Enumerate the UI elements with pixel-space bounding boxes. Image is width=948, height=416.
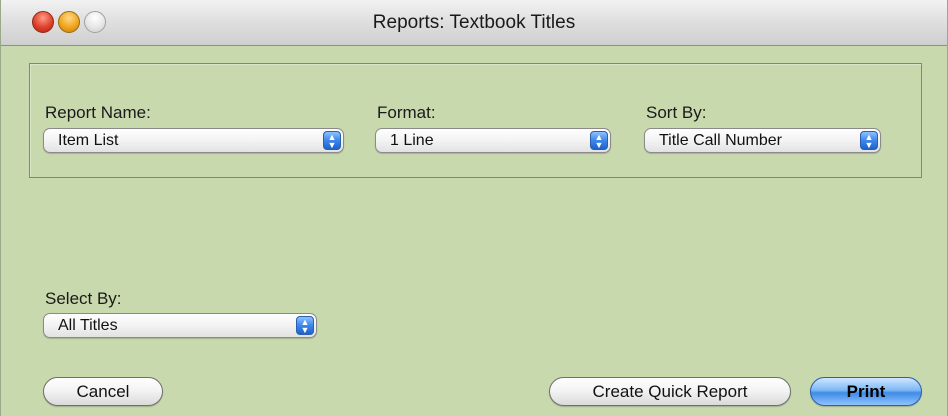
create-quick-report-button[interactable]: Create Quick Report bbox=[549, 377, 791, 406]
format-popup[interactable]: 1 Line ▲ ▼ bbox=[375, 128, 611, 153]
popup-arrows-icon: ▲ ▼ bbox=[296, 316, 314, 335]
select-by-popup[interactable]: All Titles ▲ ▼ bbox=[43, 313, 317, 338]
sort-by-value: Title Call Number bbox=[659, 132, 782, 149]
window-title: Reports: Textbook Titles bbox=[372, 12, 576, 33]
report-name-value: Item List bbox=[58, 132, 119, 149]
title-bar: Reports: Textbook Titles bbox=[1, 0, 947, 46]
popup-arrows-icon: ▲ ▼ bbox=[590, 131, 608, 150]
sort-by-popup[interactable]: Title Call Number ▲ ▼ bbox=[644, 128, 881, 153]
print-button[interactable]: Print bbox=[810, 377, 922, 406]
popup-arrows-icon: ▲ ▼ bbox=[323, 131, 341, 150]
report-dialog-window: Reports: Textbook Titles Report Name: It… bbox=[0, 0, 948, 416]
select-by-label: Select By: bbox=[45, 289, 122, 308]
select-by-value: All Titles bbox=[58, 317, 118, 334]
report-name-popup[interactable]: Item List ▲ ▼ bbox=[43, 128, 344, 153]
cancel-button[interactable]: Cancel bbox=[43, 377, 163, 406]
popup-arrows-icon: ▲ ▼ bbox=[860, 131, 878, 150]
report-options-group bbox=[29, 63, 922, 178]
format-value: 1 Line bbox=[390, 132, 434, 149]
sort-by-label: Sort By: bbox=[646, 103, 707, 122]
report-name-label: Report Name: bbox=[45, 103, 151, 122]
format-label: Format: bbox=[377, 103, 436, 122]
